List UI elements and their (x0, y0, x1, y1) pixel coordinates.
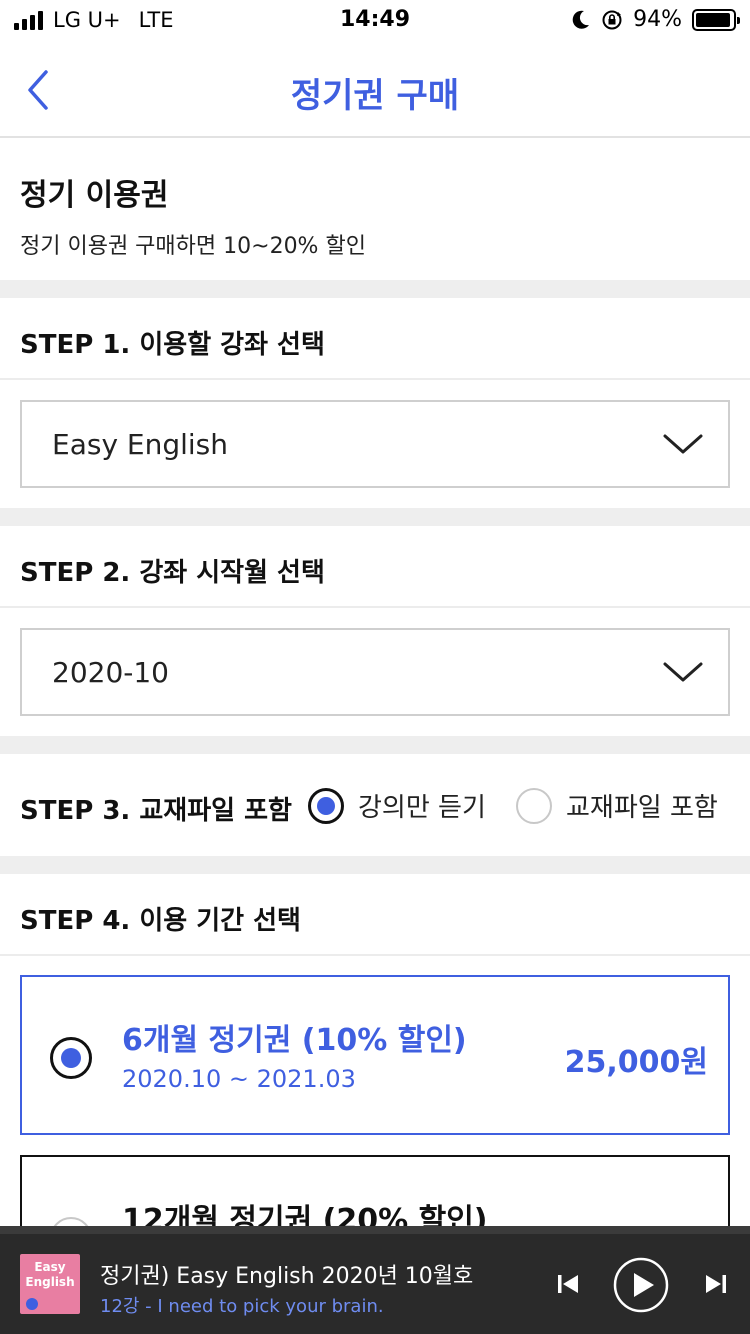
plan-card-12-month[interactable]: 12개월 정기권 (20% 할인) 44,000원 (20, 1155, 730, 1226)
plan-price: 25,000원 (564, 1045, 708, 1080)
page-title: 정기권 구매 (290, 76, 460, 116)
chevron-down-icon (663, 662, 703, 682)
radio-button[interactable] (50, 1217, 92, 1226)
step4-section: STEP 4. 이용 기간 선택 6개월 정기권 (10% 할인) 2020.1… (0, 874, 750, 1226)
step2-title: STEP 2. 강좌 시작월 선택 (20, 558, 325, 588)
course-select-value: Easy English (52, 428, 229, 461)
step1-section: STEP 1. 이용할 강좌 선택 Easy English (0, 298, 750, 508)
divider (0, 378, 750, 380)
radio-label: 교재파일 포함 (566, 793, 718, 823)
radio-label: 강의만 듣기 (358, 793, 486, 823)
step3-title: STEP 3. 교재파일 포함 (20, 796, 292, 826)
player-title: 정기권) Easy English 2020년 10월호 (100, 1264, 474, 1289)
intro-section: 정기 이용권 정기 이용권 구매하면 10~20% 할인 (0, 140, 750, 280)
plan-card-6-month[interactable]: 6개월 정기권 (10% 할인) 2020.10 ~ 2021.03 25,00… (20, 975, 730, 1135)
start-month-select-value: 2020-10 (52, 656, 169, 689)
battery-icon (692, 8, 740, 31)
mini-player[interactable]: Easy English 정기권) Easy English 2020년 10월… (0, 1226, 750, 1334)
course-select[interactable]: Easy English (20, 400, 730, 488)
nav-bar: 정기권 구매 (0, 40, 750, 138)
previous-icon[interactable] (556, 1272, 580, 1296)
radio-include-textbook[interactable]: 교재파일 포함 (516, 787, 718, 824)
album-logo-icon (26, 1298, 38, 1310)
section-gap (0, 736, 750, 754)
plan-radio[interactable] (50, 1037, 92, 1079)
album-art-text: Easy English (25, 1260, 75, 1289)
step4-title: STEP 4. 이용 기간 선택 (20, 906, 301, 936)
start-month-select[interactable]: 2020-10 (20, 628, 730, 716)
player-subtitle: 12강 - I need to pick your brain. (100, 1296, 384, 1317)
section-gap (0, 280, 750, 298)
section-gap (0, 856, 750, 874)
radio-button[interactable] (516, 787, 552, 824)
battery-fill (696, 12, 730, 27)
step2-section: STEP 2. 강좌 시작월 선택 2020-10 (0, 526, 750, 736)
battery-percent: 94% (633, 7, 682, 32)
rotation-lock-icon (602, 10, 622, 29)
status-bar: LG U+ LTE 14:49 94% (0, 0, 750, 40)
plan-name: 6개월 정기권 (10% 할인) (122, 1023, 467, 1058)
moon-icon (572, 10, 590, 29)
intro-subtitle: 정기 이용권 구매하면 10~20% 할인 (20, 234, 366, 259)
radio-button[interactable] (308, 787, 344, 824)
radio-lecture-only[interactable]: 강의만 듣기 (308, 787, 486, 824)
chevron-down-icon (663, 434, 703, 454)
plan-radio[interactable] (50, 1217, 92, 1226)
section-gap (0, 508, 750, 526)
next-icon[interactable] (704, 1272, 728, 1296)
plan-name: 12개월 정기권 (20% 할인) (122, 1203, 488, 1226)
plan-price: 44,000원 (565, 1217, 708, 1226)
plan-period: 2020.10 ~ 2021.03 (122, 1065, 356, 1093)
divider (0, 606, 750, 608)
radio-button[interactable] (50, 1037, 92, 1079)
status-right: 94% (571, 7, 740, 32)
intro-title: 정기 이용권 (20, 178, 169, 213)
album-art[interactable]: Easy English (20, 1254, 80, 1314)
step3-section: STEP 3. 교재파일 포함 강의만 듣기 교재파일 포함 (0, 754, 750, 856)
divider (0, 954, 750, 956)
step1-title: STEP 1. 이용할 강좌 선택 (20, 330, 325, 360)
play-icon[interactable] (612, 1256, 670, 1314)
player-top-line (0, 1226, 750, 1234)
